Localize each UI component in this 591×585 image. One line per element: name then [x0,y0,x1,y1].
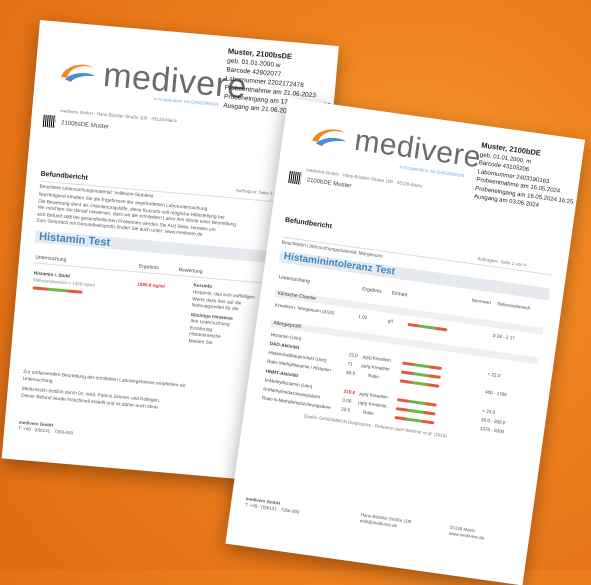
footer-left: medivere GmbH T: +49 · (0)6131 · 7266-00… [18,419,74,436]
table-row-ref: < 24.0 [482,408,496,415]
column-header: Normwert [471,297,492,306]
table-row-label: Histamin (Urin) [270,331,302,342]
test-title: Histamin Test [38,230,111,249]
recipient-name: 2100bsDE Muster [60,120,110,131]
result-gauge [32,286,83,294]
table-row-ref: 1375 - 5000 [479,425,505,435]
table-row-ref: 30.0 - 200.0 [480,417,506,426]
result-gauge [394,415,435,425]
result-gauge [395,407,436,416]
report-page-front: medivere in Kooperation mit GANZIMMUN Mu… [225,98,586,585]
column-header: Ergebnis [138,263,159,272]
medivere-logo: medivere [56,54,248,106]
patient-address-block: Muster, 2100bDE geb. 01.01.2000, m Barco… [473,140,580,215]
table-row-value: 71 [347,360,354,367]
qr-code-icon [42,114,56,128]
table-row-label: Ratio N-Methylimidazolessigsäure [261,395,332,410]
table-row-value: 1.02 [357,313,368,321]
source-note: Quelle: GANZIMMUN Diagnostics · Referenz… [303,413,448,439]
table-row-value: 219.6 [343,388,356,396]
table-row-unit: g/l [387,318,394,324]
column-header: Untersuchung [35,254,67,264]
result-gauge [407,322,448,332]
result-gauge [396,398,437,407]
table-row-unit: µg/g Kreatinin [357,399,387,409]
table-row-ref: 400 - 1700 [484,389,508,398]
table-row-unit: µg/g Kreatinin [362,353,392,363]
report-label: Befundbericht [284,216,333,231]
table-row-unit: µg/g Kreatinin [359,390,389,400]
logo-swoosh-icon [312,129,347,147]
table-row-unit: Ratio [367,372,380,380]
table-row-value: 22.0 [340,406,351,413]
logo-swoosh-icon [61,64,96,82]
table-row-label: DAO-Aktivität [269,340,300,350]
report-label: Befundbericht [40,170,89,182]
result-gauge [400,370,441,379]
qr-code-icon [288,170,302,185]
table-row-value: 0.00 [342,397,352,404]
column-header: Einheit [391,290,408,299]
table-row-unit: µg/g Kreatinin [361,362,391,372]
kurzinfo-title: Kurzinfo [193,282,213,290]
footer-left: medivere GmbH T: +49 · (0)6131 · 7266-00… [244,496,300,515]
table-row-unit: Ratio [362,409,375,416]
table-row-value: 66.0 [346,369,356,377]
result-gauge [402,361,443,371]
footer-right: 55128 Mainz www.medivere.de [448,524,485,541]
table-row-ref: < 22.0 [487,371,501,379]
result-value: 1965.8 ng/ml [137,281,166,289]
column-header: Bewertung [178,267,203,276]
column-header: Ergebnis [361,286,383,295]
result-reference: Referenzbereich < 1459 ng/ml [33,277,95,288]
result-gauge [399,379,440,388]
medivere-logo: medivere [307,119,483,174]
table-row-label: HNMT-Aktivität [265,368,299,379]
column-header: Referenzbereich [497,301,531,311]
table-row-value: 22.0 [348,351,359,359]
footer-middle: Hans-Böckler-Straße 109 mail@medivere.de [359,512,412,529]
recipient-name: 2100bDE Muster [306,177,352,190]
table-row-ref: 0.28 - 2.17 [492,332,516,341]
column-header: Untersuchung [278,274,311,285]
